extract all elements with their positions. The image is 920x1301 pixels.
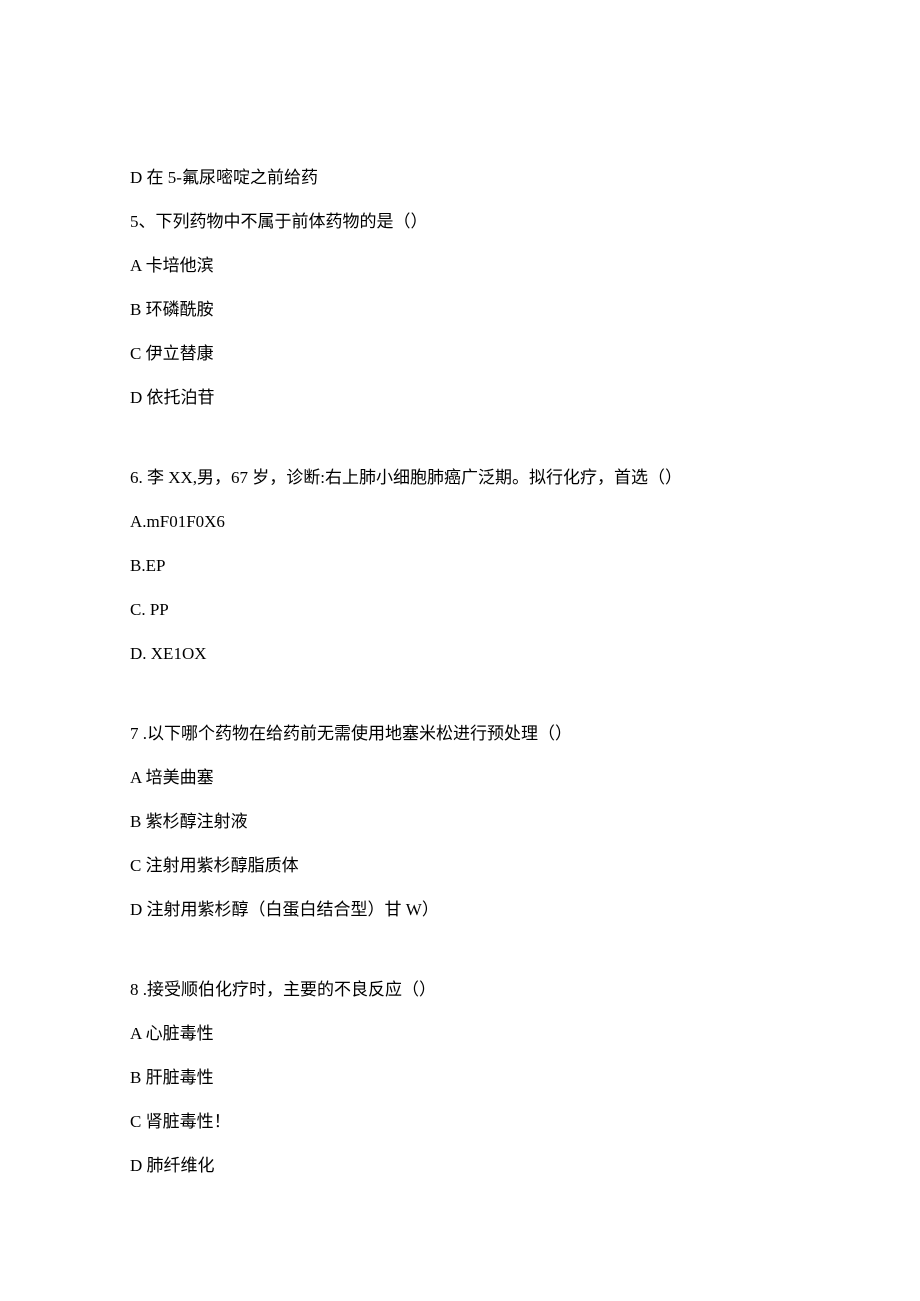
spacer bbox=[130, 685, 790, 721]
document-page: D 在 5-氟尿嘧啶之前给药 5、下列药物中不属于前体药物的是（） A 卡培他滨… bbox=[0, 0, 920, 1301]
q7-option-d: D 注射用紫杉醇（白蛋白结合型）甘 W） bbox=[130, 897, 790, 923]
q5-option-d: D 依托泊苷 bbox=[130, 385, 790, 411]
q8-stem: 8 .接受顺伯化疗时，主要的不良反应（） bbox=[130, 977, 790, 1003]
q5-option-c: C 伊立替康 bbox=[130, 341, 790, 367]
q8-option-d: D 肺纤维化 bbox=[130, 1153, 790, 1179]
q5-option-a: A 卡培他滨 bbox=[130, 253, 790, 279]
q8-option-b: B 肝脏毒性 bbox=[130, 1065, 790, 1091]
q7-option-a: A 培美曲塞 bbox=[130, 765, 790, 791]
q6-option-b: B.EP bbox=[130, 553, 790, 579]
q8-option-a: A 心脏毒性 bbox=[130, 1021, 790, 1047]
spacer bbox=[130, 941, 790, 977]
spacer bbox=[130, 429, 790, 465]
q7-option-c: C 注射用紫杉醇脂质体 bbox=[130, 853, 790, 879]
q5-stem: 5、下列药物中不属于前体药物的是（） bbox=[130, 209, 790, 235]
q7-stem: 7 .以下哪个药物在给药前无需使用地塞米松进行预处理（） bbox=[130, 721, 790, 747]
q4-option-d: D 在 5-氟尿嘧啶之前给药 bbox=[130, 165, 790, 191]
q8-option-c: C 肾脏毒性！ bbox=[130, 1109, 790, 1135]
q6-option-a: A.mF01F0X6 bbox=[130, 509, 790, 535]
q6-option-c: C. PP bbox=[130, 597, 790, 623]
q5-option-b: B 环磷酰胺 bbox=[130, 297, 790, 323]
q7-option-b: B 紫杉醇注射液 bbox=[130, 809, 790, 835]
q6-stem: 6. 李 XX,男，67 岁，诊断:右上肺小细胞肺癌广泛期。拟行化疗，首选（） bbox=[130, 465, 790, 491]
q6-option-d: D. XE1OX bbox=[130, 641, 790, 667]
